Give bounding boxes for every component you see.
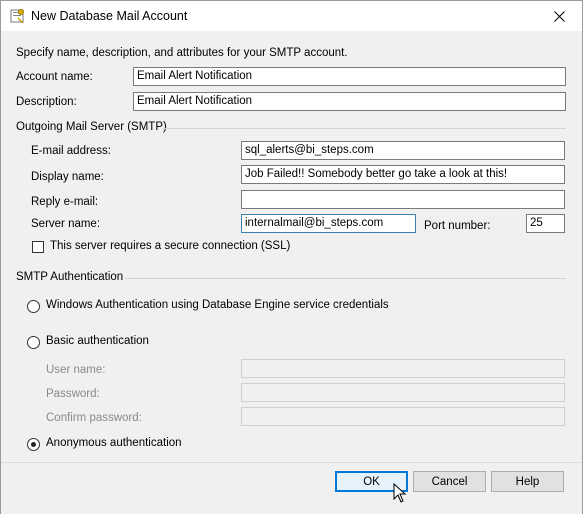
close-icon [554,10,565,22]
basic-auth-label[interactable]: Basic authentication [46,335,149,347]
account-name-label: Account name: [16,71,93,83]
description-input[interactable]: Email Alert Notification [133,92,566,111]
confirm-password-label: Confirm password: [46,412,142,424]
ssl-checkbox-label[interactable]: This server requires a secure connection… [50,240,290,252]
confirm-password-input [241,407,565,426]
windows-auth-label[interactable]: Windows Authentication using Database En… [46,299,389,311]
intro-text: Specify name, description, and attribute… [16,47,348,59]
reply-email-label: Reply e-mail: [31,196,99,208]
window-title: New Database Mail Account [31,9,188,23]
display-name-input[interactable]: Job Failed!! Somebody better go take a l… [241,165,565,184]
smtp-group-label: Outgoing Mail Server (SMTP) [16,121,167,133]
help-button[interactable]: Help [491,471,564,492]
email-label: E-mail address: [31,145,111,157]
smtp-group-divider [162,128,566,129]
user-name-label: User name: [46,364,106,376]
port-number-input[interactable]: 25 [526,214,565,233]
password-input [241,383,565,402]
close-button[interactable] [537,1,582,31]
cancel-button[interactable]: Cancel [413,471,486,492]
server-name-input[interactable]: internalmail@bi_steps.com [241,214,416,233]
email-address-input[interactable]: sql_alerts@bi_steps.com [241,141,565,160]
mouse-cursor-icon [393,482,407,506]
port-number-label: Port number: [424,220,491,232]
title-bar[interactable]: New Database Mail Account [1,1,582,31]
auth-group-divider [125,278,566,279]
anonymous-auth-label[interactable]: Anonymous authentication [46,437,182,449]
app-icon [10,8,26,24]
account-name-input[interactable]: Email Alert Notification [133,67,566,86]
user-name-input [241,359,565,378]
anonymous-auth-radio[interactable] [27,438,40,451]
ssl-checkbox[interactable] [32,241,44,253]
reply-email-input[interactable] [241,190,565,209]
windows-auth-radio[interactable] [27,300,40,313]
auth-group-label: SMTP Authentication [16,271,124,283]
basic-auth-radio[interactable] [27,336,40,349]
description-label: Description: [16,96,77,108]
password-label: Password: [46,388,100,400]
display-name-label: Display name: [31,171,104,183]
server-name-label: Server name: [31,218,101,230]
